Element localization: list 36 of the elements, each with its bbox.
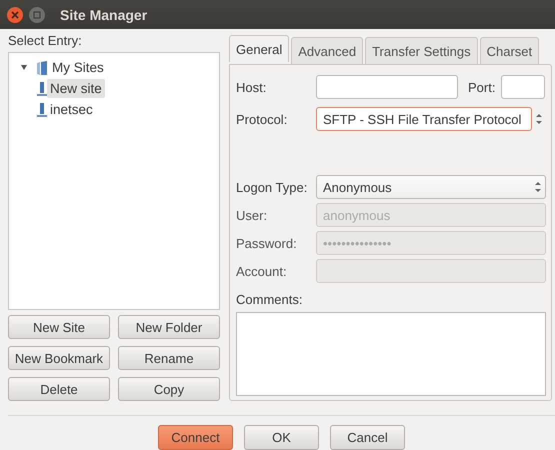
server-icon [37,102,47,118]
protocol-dropdown[interactable]: SFTP - SSH File Transfer Protocol [316,107,532,131]
entry-button[interactable]: New Bookmark [8,346,110,370]
tab[interactable]: Charset [480,37,540,64]
folder-icon [35,60,49,76]
entry-button[interactable]: New Site [8,315,110,339]
protocol-label: Protocol: [236,112,288,126]
host-field[interactable] [316,75,458,99]
select-entry-label: Select Entry: [8,32,83,50]
server-icon [37,80,47,96]
logon-type-label: Logon Type: [236,180,308,194]
entry-button[interactable]: Copy [118,377,220,401]
tree-item[interactable]: inetsec [47,100,96,119]
tree-item[interactable]: My Sites [49,58,107,77]
port-field[interactable] [501,75,546,99]
window-title: Site Manager [60,6,148,22]
host-label: Host: [236,80,268,94]
field-label: Account: [236,264,288,278]
port-label: Port: [468,80,496,94]
entry-button[interactable]: New Folder [118,315,220,339]
field-label: Password: [236,236,298,250]
minimize-icon[interactable] [28,6,46,24]
entry-button[interactable]: Rename [118,346,220,370]
comments-label: Comments: [236,291,304,309]
field-label: User: [236,208,268,222]
comments-field[interactable] [236,312,546,396]
tab[interactable]: General [229,35,290,62]
dialog-button[interactable]: Cancel [330,425,405,450]
close-icon[interactable] [6,6,24,24]
entry-button[interactable]: Delete [8,377,110,401]
tree-item[interactable]: New site [47,79,105,98]
logon-type-dropdown[interactable]: Anonymous [316,175,546,199]
tab[interactable]: Advanced [291,37,364,64]
dialog-button[interactable]: OK [244,425,319,450]
tab[interactable]: Transfer Settings [365,37,478,64]
dialog-button[interactable]: Connect [158,425,233,450]
